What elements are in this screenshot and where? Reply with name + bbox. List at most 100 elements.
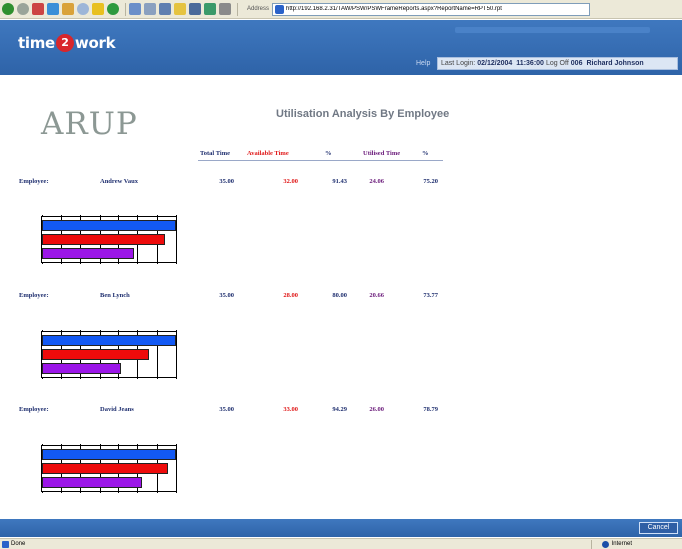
- chart-tick: [137, 330, 138, 332]
- login-prefix: Last Login:: [441, 60, 476, 67]
- browser-toolbar: Address http://192.168.2.31/TAW/PSW/PSWF…: [0, 0, 682, 19]
- messenger-icon[interactable]: [189, 3, 201, 15]
- chart-tick: [157, 330, 158, 332]
- chart-tick: [61, 215, 62, 217]
- chart-tick: [157, 444, 158, 446]
- employee-label: Employee:: [19, 406, 49, 413]
- chart-tick: [176, 491, 177, 493]
- utilised-time-value: 24.06: [369, 178, 384, 185]
- toolbar-separator: [125, 2, 126, 16]
- chart-tick: [61, 330, 62, 332]
- login-time: 11:36:00: [516, 60, 544, 67]
- total-time-value: 35.00: [219, 406, 234, 413]
- address-bar[interactable]: http://192.168.2.31/TAW/PSW/PSWFrameRepo…: [272, 2, 591, 16]
- utilised-pct-value: 75.20: [423, 178, 438, 185]
- chart-tick: [157, 377, 158, 379]
- col-util-pct: %: [422, 150, 429, 157]
- login-info-bar: Last Login: 02/12/2004 11:36:00 Log Off …: [437, 57, 678, 70]
- chart-tick: [100, 444, 101, 446]
- chart-tick: [118, 377, 119, 379]
- employee-name: Andrew Vaux: [100, 178, 138, 185]
- status-text: Done: [11, 541, 26, 547]
- chart-tick: [157, 262, 158, 264]
- available-time-value: 28.00: [283, 292, 298, 299]
- chart-tick: [118, 215, 119, 217]
- chart-tick: [137, 215, 138, 217]
- home-icon[interactable]: [62, 3, 74, 15]
- employee-label: Employee:: [19, 292, 49, 299]
- chart-tick: [61, 377, 62, 379]
- available-pct-value: 91.43: [332, 178, 347, 185]
- col-utilised-time: Utilised Time: [363, 150, 401, 157]
- employee-name: Ben Lynch: [100, 292, 130, 299]
- available-pct-value: 94.29: [332, 406, 347, 413]
- chart-tick: [137, 377, 138, 379]
- login-date: 02/12/2004: [477, 60, 513, 67]
- help-link[interactable]: Help: [416, 60, 430, 67]
- logo-text-work: work: [74, 34, 116, 52]
- logo-text-time: time: [18, 34, 55, 52]
- zone-text: Internet: [611, 541, 632, 547]
- chart-tick: [157, 491, 158, 493]
- browser-window: Address http://192.168.2.31/TAW/PSW/PSWF…: [0, 0, 682, 549]
- time2work-logo: time 2 work: [18, 34, 116, 52]
- address-url[interactable]: http://192.168.2.31/TAW/PSW/PSWFrameRepo…: [286, 6, 502, 12]
- chart-tick: [80, 215, 81, 217]
- cancel-button[interactable]: Cancel: [639, 522, 678, 534]
- app-footer: Cancel: [0, 519, 682, 537]
- chart-tick: [137, 262, 138, 264]
- forward-icon[interactable]: [17, 3, 29, 15]
- utilised-time-bar: [42, 248, 134, 259]
- chart-tick: [176, 377, 177, 379]
- utilised-pct-value: 73.77: [423, 292, 438, 299]
- chart-tick: [80, 330, 81, 332]
- chart-tick: [42, 215, 43, 217]
- chart-tick: [176, 330, 177, 332]
- edit-icon[interactable]: [159, 3, 171, 15]
- total-time-bar: [42, 220, 176, 231]
- app-header: time 2 work Help Last Login: 02/12/2004 …: [0, 20, 682, 75]
- stop-icon[interactable]: [32, 3, 44, 15]
- chart-tick: [176, 215, 177, 217]
- search-icon[interactable]: [77, 3, 89, 15]
- page-done-icon: [2, 540, 9, 548]
- chart-tick: [100, 330, 101, 332]
- print-icon[interactable]: [144, 3, 156, 15]
- mail-icon[interactable]: [129, 3, 141, 15]
- chart-tick: [100, 215, 101, 217]
- chart-tick: [118, 444, 119, 446]
- chart-tick: [61, 262, 62, 264]
- chart-tick: [42, 377, 43, 379]
- user-id: 006: [570, 60, 583, 67]
- chart-tick: [80, 491, 81, 493]
- total-time-value: 35.00: [219, 178, 234, 185]
- folder-icon[interactable]: [174, 3, 186, 15]
- employee-bar-chart: [41, 444, 177, 493]
- employee-bar-chart: [41, 330, 177, 379]
- history-icon[interactable]: [107, 3, 119, 15]
- chart-tick: [80, 377, 81, 379]
- back-icon[interactable]: [2, 3, 14, 15]
- total-time-bar: [42, 335, 176, 346]
- chart-tick: [118, 491, 119, 493]
- chart-tick: [100, 491, 101, 493]
- utilised-time-value: 20.66: [369, 292, 384, 299]
- chart-tick: [42, 491, 43, 493]
- chart-tick: [176, 262, 177, 264]
- address-label: Address: [247, 6, 270, 12]
- available-pct-value: 80.00: [332, 292, 347, 299]
- research-icon[interactable]: [204, 3, 216, 15]
- col-available-time: Available Time: [247, 150, 289, 157]
- chart-tick: [42, 444, 43, 446]
- available-time-bar: [42, 349, 149, 360]
- refresh-icon[interactable]: [47, 3, 59, 15]
- logoff-link[interactable]: Log Off: [546, 60, 569, 67]
- favorites-icon[interactable]: [92, 3, 104, 15]
- utilised-time-bar: [42, 477, 142, 488]
- report-content: ARUP Utilisation Analysis By Employee To…: [0, 76, 682, 516]
- tools-icon[interactable]: [219, 3, 231, 15]
- total-time-value: 35.00: [219, 292, 234, 299]
- chart-tick: [118, 330, 119, 332]
- chart-tick: [61, 491, 62, 493]
- chart-tick: [80, 444, 81, 446]
